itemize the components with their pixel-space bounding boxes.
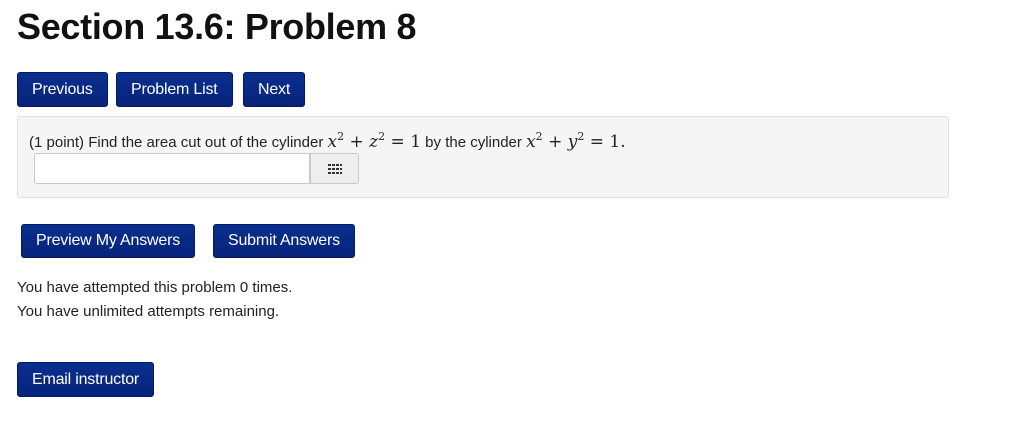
equation-2: x2 + y2 = 1. [526,130,626,152]
keypad-button[interactable] [310,153,359,184]
submit-answers-button[interactable]: Submit Answers [213,224,355,258]
email-instructor-button[interactable]: Email instructor [17,362,155,397]
problem-statement: (1 point) Find the area cut out of the c… [29,130,626,152]
next-button[interactable]: Next [243,72,306,107]
page-title: Section 13.6: Problem 8 [17,6,417,47]
problem-page: Section 13.6: Problem 8 Previous Problem… [0,0,1024,445]
preview-answers-button[interactable]: Preview My Answers [21,224,195,258]
problem-prefix: (1 point) Find the area cut out of the c… [29,134,328,151]
attempts-text: You have attempted this problem 0 times. [17,279,293,296]
remaining-text: You have unlimited attempts remaining. [17,303,280,320]
problem-list-button[interactable]: Problem List [116,72,233,107]
previous-button[interactable]: Previous [17,72,108,107]
keypad-grid-icon [328,164,342,174]
equation-1: x2 + z2 = 1 [327,130,422,152]
problem-mid: by the cylinder [421,134,527,151]
problem-panel: (1 point) Find the area cut out of the c… [17,116,949,198]
answer-input[interactable] [34,153,310,184]
